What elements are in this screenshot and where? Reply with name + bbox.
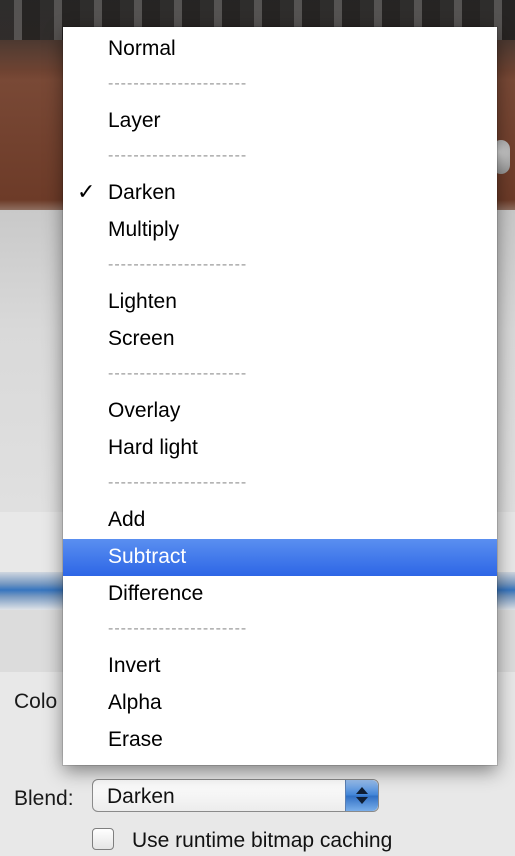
menu-item-label: Normal bbox=[108, 37, 176, 60]
blend-select[interactable]: Darken bbox=[92, 779, 379, 812]
menu-item-label: Alpha bbox=[108, 691, 162, 714]
menu-item-add[interactable]: Add bbox=[63, 502, 497, 539]
menu-item-screen[interactable]: Screen bbox=[63, 321, 497, 358]
menu-separator: ---------------------- bbox=[108, 256, 248, 273]
menu-separator: ---------------------- bbox=[108, 75, 248, 92]
menu-item-erase[interactable]: Erase bbox=[63, 722, 497, 759]
menu-item-darken[interactable]: ✓ Darken bbox=[63, 175, 497, 212]
menu-separator: ---------------------- bbox=[108, 365, 248, 382]
menu-item-label: Add bbox=[108, 508, 146, 531]
arrow-down-icon bbox=[356, 797, 368, 804]
menu-item-lighten[interactable]: Lighten bbox=[63, 284, 497, 321]
checkmark-icon: ✓ bbox=[77, 179, 96, 204]
menu-item-label: Overlay bbox=[108, 399, 181, 422]
menu-item-label: Layer bbox=[108, 109, 161, 132]
menu-item-label: Multiply bbox=[108, 218, 180, 241]
menu-item-label: Lighten bbox=[108, 290, 177, 313]
menu-item-difference[interactable]: Difference bbox=[63, 576, 497, 613]
menu-item-label: Darken bbox=[108, 181, 176, 204]
blend-mode-popup-menu: Normal ---------------------- Layer -------… bbox=[63, 27, 497, 765]
menu-item-label: Screen bbox=[108, 327, 175, 350]
menu-item-invert[interactable]: Invert bbox=[63, 648, 497, 685]
menu-item-label: Difference bbox=[108, 582, 204, 605]
menu-separator: ---------------------- bbox=[108, 474, 248, 491]
menu-item-label: Subtract bbox=[108, 545, 187, 568]
menu-item-alpha[interactable]: Alpha bbox=[63, 685, 497, 722]
menu-item-label: Invert bbox=[108, 654, 161, 677]
menu-separator: ---------------------- bbox=[108, 620, 248, 637]
menu-item-label: Hard light bbox=[108, 436, 198, 459]
menu-item-normal[interactable]: Normal bbox=[63, 31, 497, 68]
blend-label: Blend: bbox=[14, 787, 74, 810]
color-label: Colo bbox=[14, 690, 58, 713]
menu-item-layer[interactable]: Layer bbox=[63, 103, 497, 140]
up-down-arrows-icon bbox=[345, 780, 378, 811]
arrow-up-icon bbox=[356, 787, 368, 794]
menu-item-label: Erase bbox=[108, 728, 163, 751]
menu-item-hard-light[interactable]: Hard light bbox=[63, 430, 497, 467]
menu-item-multiply[interactable]: Multiply bbox=[63, 212, 497, 249]
blend-select-value: Darken bbox=[107, 785, 175, 808]
menu-item-subtract[interactable]: Subtract bbox=[63, 539, 497, 576]
menu-item-overlay[interactable]: Overlay bbox=[63, 393, 497, 430]
bitmap-caching-checkbox[interactable] bbox=[92, 828, 114, 850]
bitmap-caching-label: Use runtime bitmap caching bbox=[132, 829, 393, 852]
menu-separator: ---------------------- bbox=[108, 147, 248, 164]
